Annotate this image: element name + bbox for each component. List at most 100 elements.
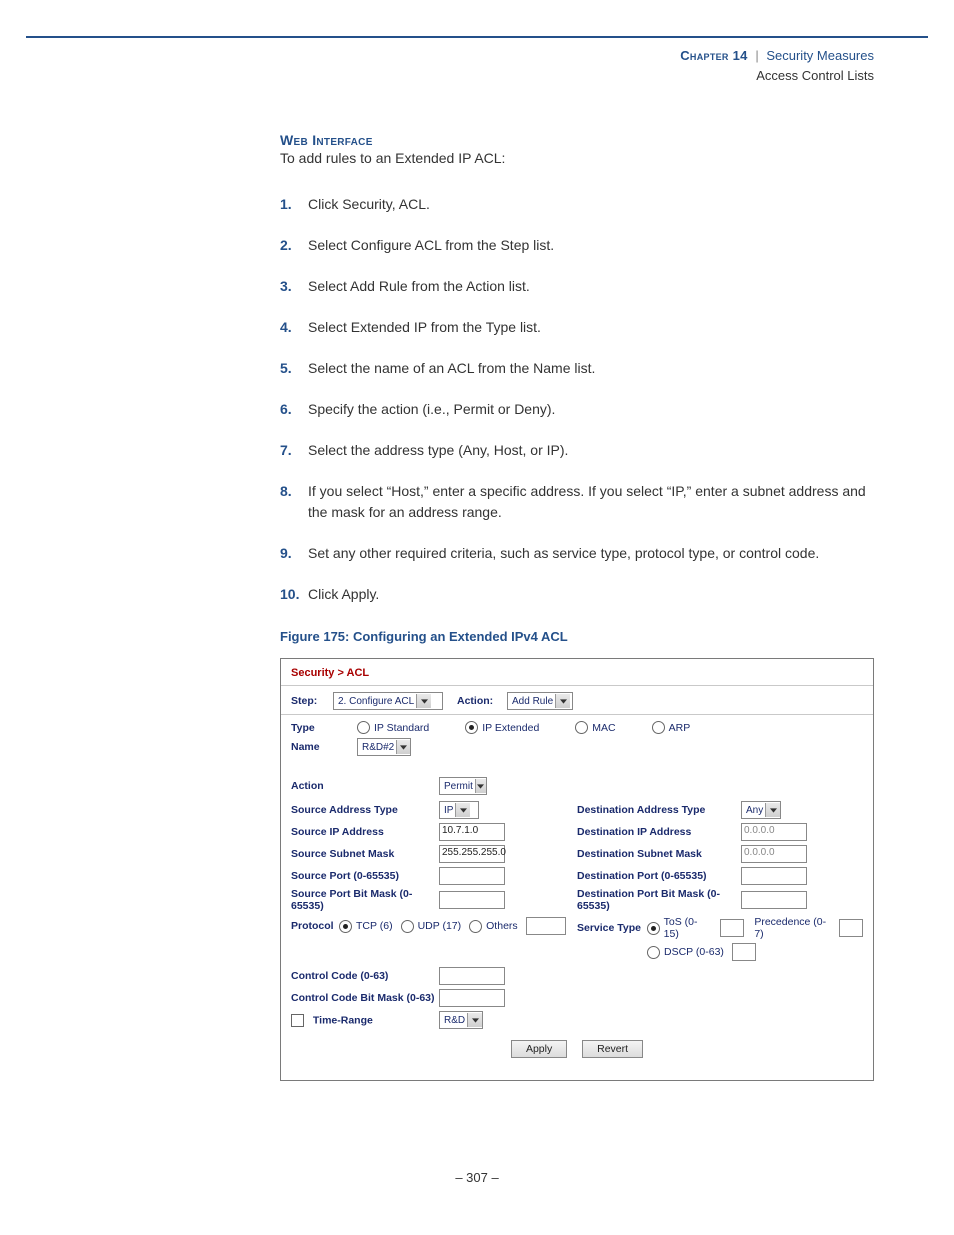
figure-caption: Figure 175: Configuring an Extended IPv4…	[280, 629, 880, 644]
radio-label: Others	[486, 920, 518, 932]
dst-ip-label: Destination IP Address	[577, 826, 741, 838]
radio-icon	[465, 721, 478, 734]
tos-input[interactable]	[720, 919, 744, 937]
action-select[interactable]: Add Rule	[507, 692, 573, 710]
type-radio-mac[interactable]: MAC	[575, 721, 615, 734]
steps-list: Click Security, ACL. Select Configure AC…	[280, 194, 880, 605]
precedence-input[interactable]	[839, 919, 863, 937]
type-label: Type	[291, 722, 351, 734]
step-item: Select Add Rule from the Action list.	[280, 276, 880, 297]
time-range-select[interactable]: R&D	[439, 1011, 483, 1029]
action-label: Action:	[457, 695, 501, 707]
page-header-text: Chapter 14 | Security Measures Access Co…	[680, 46, 874, 85]
chevron-down-icon	[396, 740, 410, 754]
radio-icon	[357, 721, 370, 734]
section-heading: Web Interface	[280, 132, 880, 148]
radio-label: MAC	[592, 722, 615, 734]
name-select[interactable]: R&D#2	[357, 738, 411, 756]
action-field-select[interactable]: Permit	[439, 777, 487, 795]
name-select-value: R&D#2	[362, 742, 394, 753]
breadcrumb: Security > ACL	[281, 659, 873, 685]
src-ip-label: Source IP Address	[291, 826, 439, 838]
dst-mask-input[interactable]: 0.0.0.0	[741, 845, 807, 863]
page-number: – 307 –	[0, 1170, 954, 1185]
time-range-checkbox[interactable]	[291, 1014, 304, 1027]
src-port-label: Source Port (0-65535)	[291, 870, 439, 882]
service-type-radio-tos[interactable]: ToS (0-15)	[647, 916, 713, 940]
radio-label: IP Extended	[482, 722, 539, 734]
src-mask-label: Source Subnet Mask	[291, 848, 439, 860]
src-addr-type-label: Source Address Type	[291, 804, 439, 816]
protocol-label: Protocol	[291, 920, 339, 932]
header-title: Security Measures	[766, 48, 874, 63]
type-radio-arp[interactable]: ARP	[652, 721, 691, 734]
radio-icon	[469, 920, 482, 933]
control-code-mask-label: Control Code Bit Mask (0-63)	[291, 992, 439, 1004]
step-item: Select Extended IP from the Type list.	[280, 317, 880, 338]
header-separator: |	[751, 48, 762, 63]
step-label: Step:	[291, 695, 327, 707]
radio-icon	[647, 946, 660, 959]
protocol-radio-others[interactable]: Others	[469, 920, 518, 933]
radio-icon	[647, 922, 660, 935]
radio-icon	[339, 920, 352, 933]
src-port-mask-label: Source Port Bit Mask (0-65535)	[291, 888, 439, 912]
step-item: Set any other required criteria, such as…	[280, 543, 880, 564]
src-port-mask-input[interactable]	[439, 891, 505, 909]
name-row: Name R&D#2	[281, 738, 873, 760]
radio-label: UDP (17)	[418, 920, 462, 932]
control-code-mask-input[interactable]	[439, 989, 505, 1007]
time-range-value: R&D	[444, 1015, 465, 1026]
lead-text: To add rules to an Extended IP ACL:	[280, 150, 880, 166]
dst-port-mask-input[interactable]	[741, 891, 807, 909]
dst-port-mask-label: Destination Port Bit Mask (0-65535)	[577, 888, 741, 912]
src-addr-type-select[interactable]: IP	[439, 801, 479, 819]
step-select[interactable]: 2. Configure ACL	[333, 692, 443, 710]
apply-button[interactable]: Apply	[511, 1040, 567, 1058]
src-addr-type-value: IP	[444, 805, 453, 816]
type-row: Type IP Standard IP Extended MAC ARP	[281, 715, 873, 738]
chevron-down-icon	[765, 803, 780, 817]
radio-label: ToS (0-15)	[664, 916, 713, 940]
revert-button[interactable]: Revert	[582, 1040, 643, 1058]
dst-port-input[interactable]	[741, 867, 807, 885]
step-item: Select the address type (Any, Host, or I…	[280, 440, 880, 461]
type-radio-ip-extended[interactable]: IP Extended	[465, 721, 539, 734]
src-mask-input[interactable]: 255.255.255.0	[439, 845, 505, 863]
type-radio-ip-standard[interactable]: IP Standard	[357, 721, 429, 734]
dst-port-label: Destination Port (0-65535)	[577, 870, 741, 882]
dst-addr-type-select[interactable]: Any	[741, 801, 781, 819]
radio-icon	[575, 721, 588, 734]
step-item: If you select “Host,” enter a specific a…	[280, 481, 880, 523]
src-port-input[interactable]	[439, 867, 505, 885]
step-select-value: 2. Configure ACL	[338, 696, 414, 707]
radio-icon	[401, 920, 414, 933]
time-range-field: Time-Range	[291, 1014, 439, 1027]
service-type-radio-dscp[interactable]: DSCP (0-63)	[647, 946, 724, 959]
time-range-label: Time-Range	[313, 1014, 373, 1026]
dst-mask-label: Destination Subnet Mask	[577, 848, 741, 860]
protocol-others-input[interactable]	[526, 917, 566, 935]
control-code-label: Control Code (0-63)	[291, 970, 439, 982]
protocol-radio-udp[interactable]: UDP (17)	[401, 920, 462, 933]
dscp-input[interactable]	[732, 943, 756, 961]
step-item: Select Configure ACL from the Step list.	[280, 235, 880, 256]
dst-ip-input[interactable]: 0.0.0.0	[741, 823, 807, 841]
radio-label: IP Standard	[374, 722, 429, 734]
src-ip-input[interactable]: 10.7.1.0	[439, 823, 505, 841]
radio-label: DSCP (0-63)	[664, 946, 724, 958]
acl-screenshot: Security > ACL Step: 2. Configure ACL Ac…	[280, 658, 874, 1081]
dst-addr-type-value: Any	[746, 805, 763, 816]
precedence-label: Precedence (0-7)	[754, 916, 835, 940]
protocol-radio-tcp[interactable]: TCP (6)	[339, 920, 393, 933]
chevron-down-icon	[455, 803, 470, 817]
step-item: Click Apply.	[280, 584, 880, 605]
radio-label: TCP (6)	[356, 920, 393, 932]
dst-addr-type-label: Destination Address Type	[577, 804, 741, 816]
step-action-row: Step: 2. Configure ACL Action: Add Rule	[281, 686, 873, 714]
control-code-input[interactable]	[439, 967, 505, 985]
action-select-value: Add Rule	[512, 696, 553, 707]
button-bar: Apply Revert	[291, 1032, 863, 1068]
chevron-down-icon	[475, 779, 486, 793]
chevron-down-icon	[555, 694, 570, 708]
